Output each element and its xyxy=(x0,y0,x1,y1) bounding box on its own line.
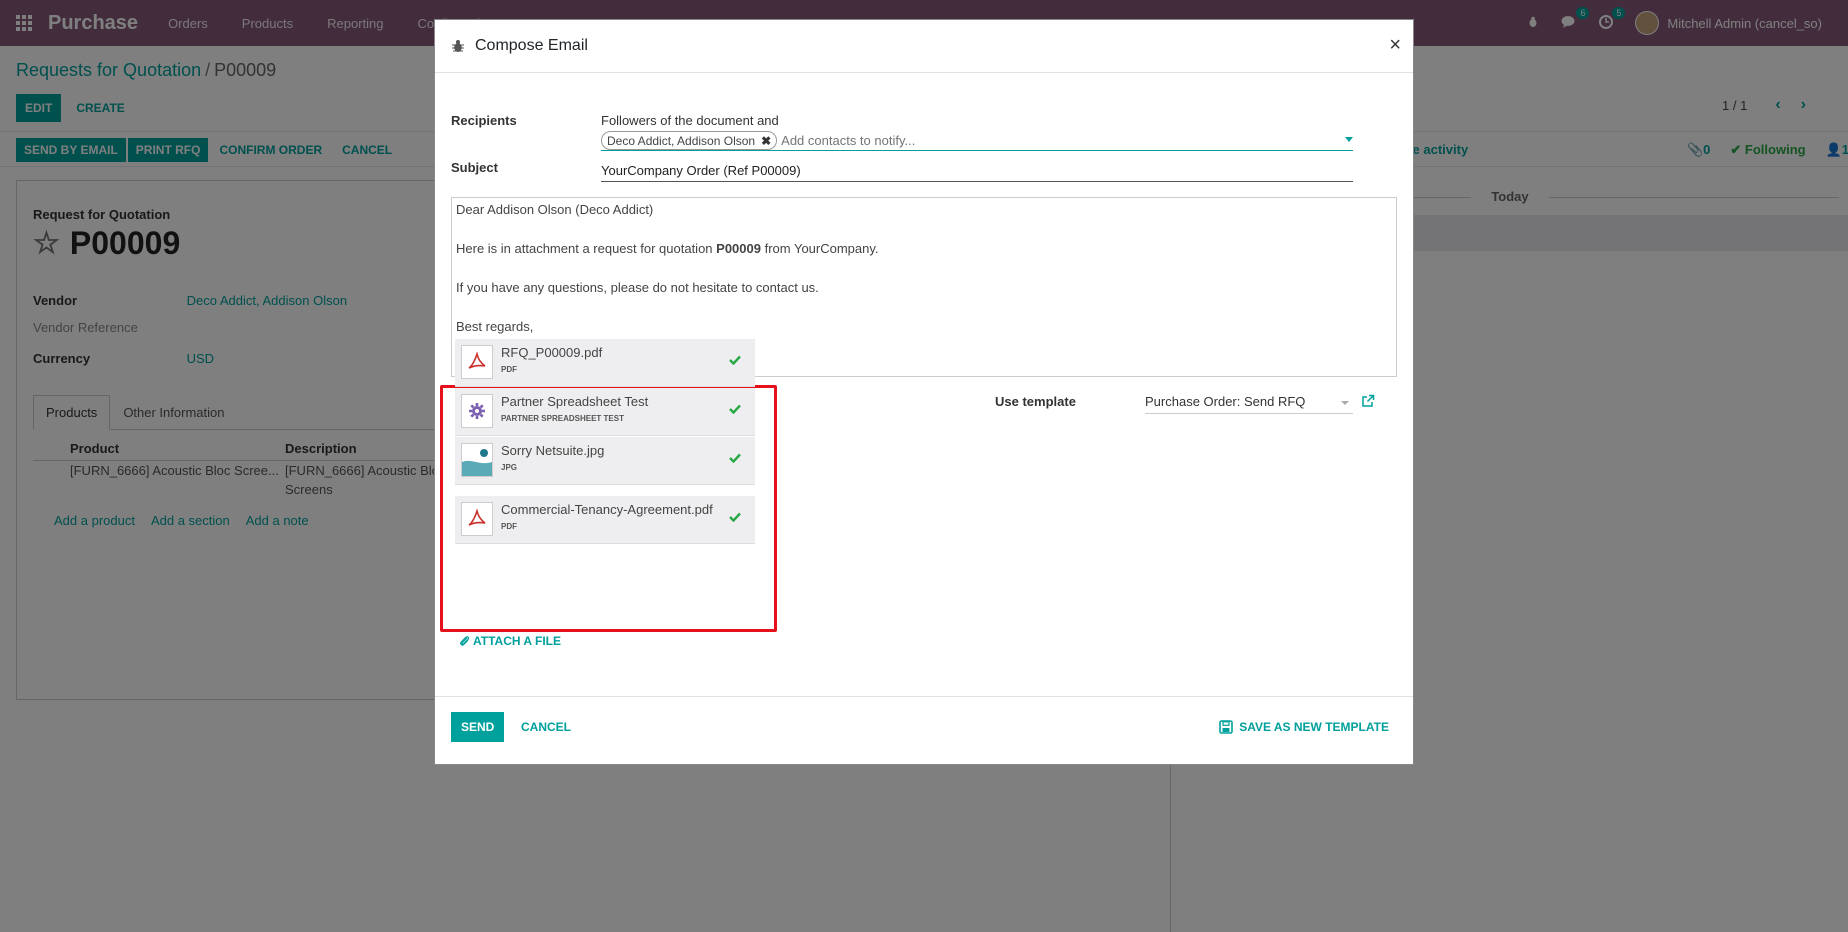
attachment-name: Partner Spreadsheet Test xyxy=(501,394,649,409)
modal-footer: SEND CANCEL SAVE AS NEW TEMPLATE xyxy=(435,696,1413,764)
body-order-ref: P00009 xyxy=(716,241,761,256)
attachment-type: JPG xyxy=(501,463,518,472)
subject-label: Subject xyxy=(451,160,498,175)
check-icon xyxy=(729,510,741,525)
body-greeting: Dear Addison Olson (Deco Addict) xyxy=(456,202,654,217)
attachment-name: RFQ_P00009.pdf xyxy=(501,345,603,360)
chevron-down-icon xyxy=(1341,401,1349,405)
modal-title: Compose Email xyxy=(475,37,588,54)
attachment-name: Commercial-Tenancy-Agreement.pdf xyxy=(501,502,713,517)
attachment-type: PARTNER SPREADSHEET TEST xyxy=(501,414,624,423)
close-icon[interactable]: × xyxy=(1389,34,1401,57)
attachment-card[interactable]: RFQ_P00009.pdf PDF xyxy=(455,339,755,387)
save-as-new-template-button[interactable]: SAVE AS NEW TEMPLATE xyxy=(1219,720,1389,734)
template-select[interactable]: Purchase Order: Send RFQ xyxy=(1145,394,1353,414)
attachment-name: Sorry Netsuite.jpg xyxy=(501,443,605,458)
body-line-2-end: from YourCompany. xyxy=(760,241,879,256)
send-button[interactable]: SEND xyxy=(451,712,505,742)
compose-email-dialog: Compose Email × Recipients Followers of … xyxy=(434,19,1414,765)
recipients-followers-text: Followers of the document and xyxy=(601,113,779,128)
gear-icon xyxy=(461,394,493,428)
body-line-2: Here is in attachment a request for quot… xyxy=(456,242,1392,256)
recipient-tag-label: Deco Addict, Addison Olson xyxy=(607,133,756,148)
image-icon xyxy=(461,443,493,477)
attachment-type: PDF xyxy=(501,522,517,531)
external-link-icon[interactable] xyxy=(1361,394,1375,411)
check-icon xyxy=(729,353,741,368)
use-template-label: Use template xyxy=(995,394,1076,409)
recipients-input[interactable] xyxy=(781,133,1282,148)
save-icon xyxy=(1219,720,1234,734)
attach-file-button[interactable]: ATTACH A FILE xyxy=(459,634,561,648)
attach-file-label: ATTACH A FILE xyxy=(473,634,561,648)
save-as-new-template-label: SAVE AS NEW TEMPLATE xyxy=(1239,720,1389,734)
bug-icon xyxy=(452,40,464,52)
subject-field[interactable] xyxy=(601,160,1353,182)
body-line-3: If you have any questions, please do not… xyxy=(456,280,819,295)
check-icon xyxy=(729,451,741,466)
attachment-card[interactable]: Partner Spreadsheet Test PARTNER SPREADS… xyxy=(455,388,755,436)
pdf-icon xyxy=(461,345,493,379)
pdf-icon xyxy=(461,502,493,536)
modal-header: Compose Email xyxy=(435,20,1413,73)
paperclip-icon xyxy=(460,636,470,646)
chevron-down-icon[interactable] xyxy=(1345,137,1353,142)
body-closing: Best regards, xyxy=(456,319,534,334)
recipients-field[interactable]: Deco Addict, Addison Olson ✖ xyxy=(601,131,1353,151)
body-line-2-start: Here is in attachment a request for quot… xyxy=(456,241,717,256)
attachment-type: PDF xyxy=(501,365,517,374)
recipient-tag: Deco Addict, Addison Olson ✖ xyxy=(601,131,778,150)
remove-tag-icon[interactable]: ✖ xyxy=(761,134,771,148)
template-value: Purchase Order: Send RFQ xyxy=(1145,394,1306,409)
cancel-button[interactable]: CANCEL xyxy=(511,712,581,742)
check-icon xyxy=(729,402,741,417)
recipients-label: Recipients xyxy=(451,113,517,128)
attachment-card[interactable]: Sorry Netsuite.jpg JPG xyxy=(455,437,755,485)
attachment-card[interactable]: Commercial-Tenancy-Agreement.pdf PDF xyxy=(455,496,755,544)
